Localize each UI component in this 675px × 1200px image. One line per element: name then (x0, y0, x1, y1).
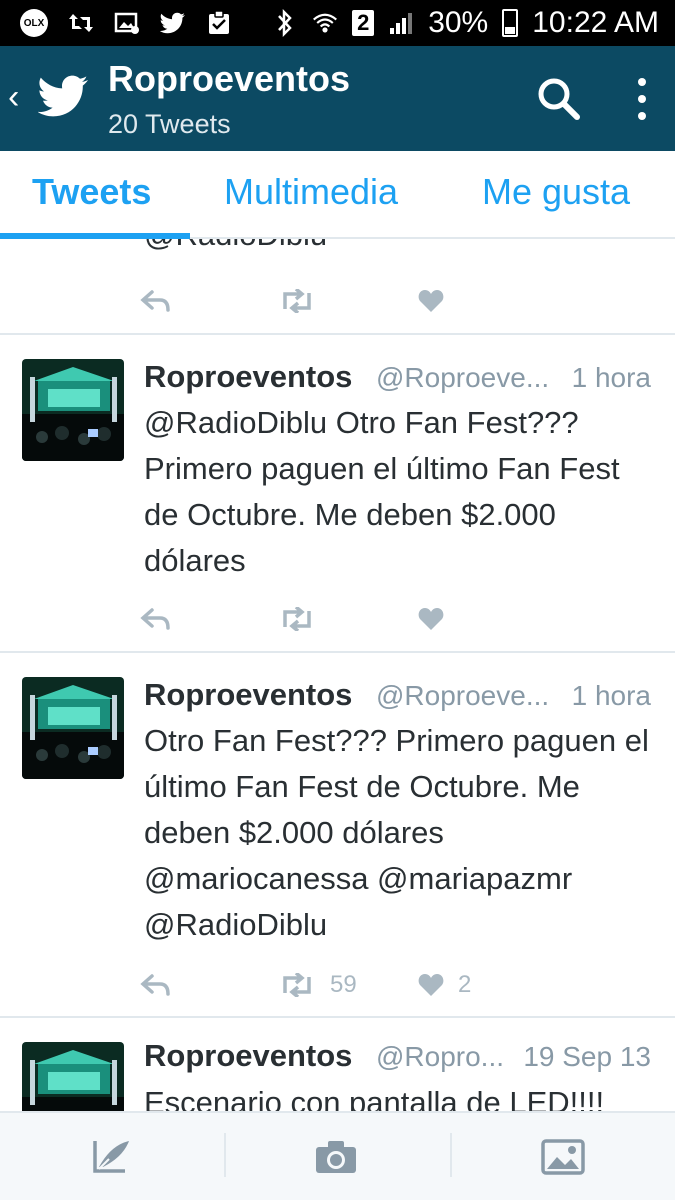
author-name[interactable]: Roproeventos (144, 359, 352, 395)
signal-icon (388, 10, 414, 36)
more-options-icon[interactable] (628, 74, 656, 124)
author-handle[interactable]: @Roproeve... (376, 680, 549, 712)
author-name[interactable]: Roproeventos (144, 1038, 352, 1074)
retweet-notification-icon (68, 10, 94, 36)
retweet-button[interactable] (278, 599, 330, 639)
tweet-time: 19 Sep 13 (523, 1041, 651, 1072)
search-icon[interactable] (536, 76, 582, 122)
tweet-text: @RadioDiblu Otro Fan Fest??? Primero pag… (144, 405, 620, 578)
tab-tweets[interactable]: Tweets (32, 171, 151, 213)
reply-icon[interactable] (140, 965, 172, 1005)
like-count: 2 (458, 971, 472, 998)
battery-percent: 30% (428, 6, 489, 39)
clipboard-check-icon (206, 10, 232, 36)
tweet-time: 1 hora (571, 680, 651, 711)
like-icon (418, 974, 444, 996)
divider (450, 1133, 452, 1177)
tweet-actions (140, 281, 560, 321)
retweet-count: 59 (330, 971, 357, 998)
tweet-text: Otro Fan Fest??? Primero paguen el últim… (144, 723, 649, 942)
twitter-logo-icon[interactable] (37, 74, 90, 118)
back-chevron-icon[interactable]: ‹ (8, 78, 19, 117)
wifi-icon (312, 10, 338, 36)
twitter-bird-icon (160, 10, 186, 36)
tab-bar: Tweets Multimedia Me gusta (0, 151, 675, 239)
tweet-item[interactable]: Roproeventos @Roproeve... 1 hora Otro Fa… (0, 653, 675, 1018)
reply-icon[interactable] (140, 599, 172, 639)
retweet-button[interactable]: 59 (278, 965, 357, 1005)
timeline[interactable]: @RadioDiblu (0, 239, 675, 1111)
battery-icon (502, 9, 519, 37)
divider (224, 1133, 226, 1177)
tweet-actions: 59 2 (140, 965, 560, 1005)
tweet-item[interactable]: Roproeventos @Ropro... 19 Sep 13 Escenar… (0, 1018, 675, 1111)
tweet-partial[interactable]: @RadioDiblu (0, 239, 675, 335)
image-notification-icon (114, 10, 140, 36)
tab-multimedia[interactable]: Multimedia (224, 171, 398, 213)
camera-icon[interactable] (311, 1135, 361, 1179)
status-bar: OLX 2 30% 10:22 AM (0, 0, 675, 46)
compose-tweet-icon[interactable] (86, 1135, 136, 1179)
clock: 10:22 AM (532, 6, 659, 39)
page-title: Roproeventos (108, 58, 351, 99)
like-icon (418, 608, 444, 630)
avatar[interactable] (22, 359, 124, 461)
tweet-text: @RadioDiblu (144, 239, 327, 253)
retweet-icon (283, 607, 311, 631)
avatar[interactable] (22, 1042, 124, 1111)
tweet-item[interactable]: Roproeventos @Roproeve... 1 hora @RadioD… (0, 335, 675, 653)
olx-icon: OLX (20, 9, 48, 37)
like-icon[interactable] (418, 281, 444, 321)
bluetooth-icon (272, 9, 298, 37)
retweet-icon (283, 973, 311, 997)
retweet-icon[interactable] (278, 281, 316, 321)
tweet-actions (140, 599, 560, 639)
app-bar: ‹ Roproeventos 20 Tweets (0, 46, 675, 151)
tweet-time: 1 hora (571, 362, 651, 393)
like-button[interactable] (418, 599, 458, 639)
like-button[interactable]: 2 (418, 965, 471, 1005)
compose-bar (0, 1111, 675, 1200)
avatar[interactable] (22, 677, 124, 779)
gallery-icon[interactable] (538, 1135, 588, 1179)
tweet-count: 20 Tweets (108, 109, 231, 139)
author-name[interactable]: Roproeventos (144, 677, 352, 713)
tab-me-gusta[interactable]: Me gusta (482, 171, 630, 213)
author-handle[interactable]: @Roproeve... (376, 362, 549, 394)
tweet-text: Escenario con pantalla de LED!!!! (144, 1085, 605, 1111)
reply-icon[interactable] (140, 281, 172, 321)
sim-indicator: 2 (352, 10, 375, 36)
author-handle[interactable]: @Ropro... (376, 1041, 504, 1073)
